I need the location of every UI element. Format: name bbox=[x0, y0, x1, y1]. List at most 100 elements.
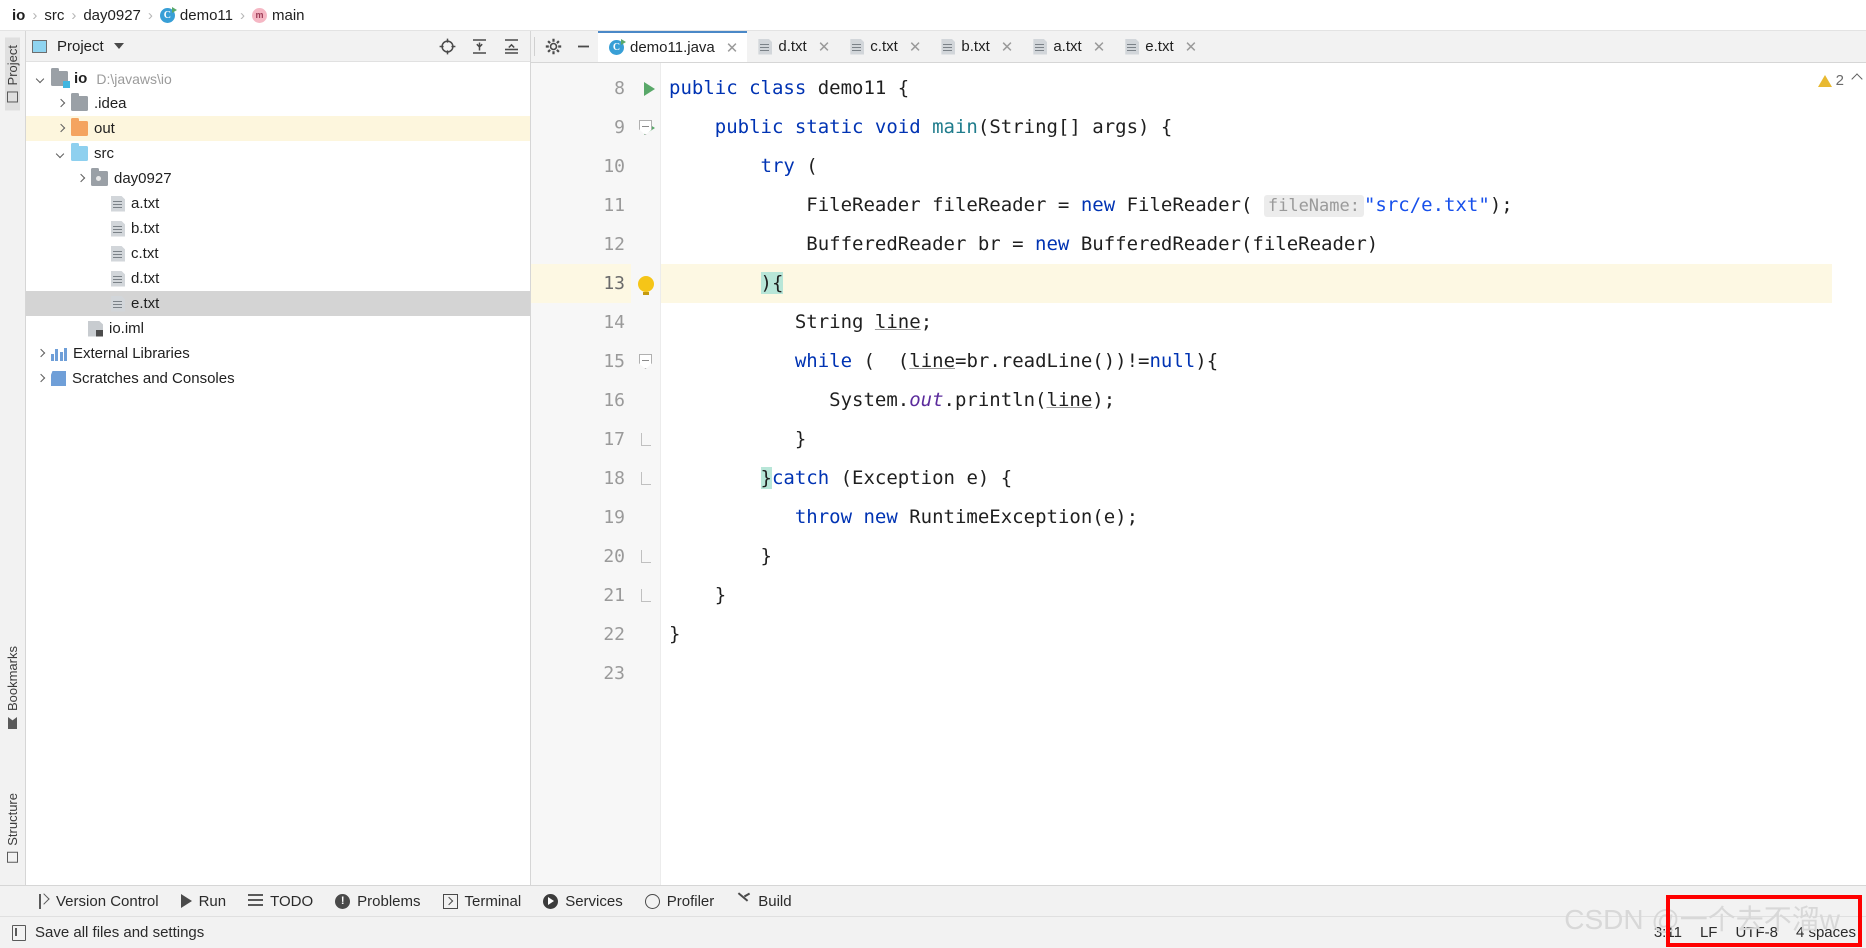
chevron-right-icon[interactable] bbox=[34, 372, 48, 386]
caret-position[interactable]: 3:11 bbox=[1654, 924, 1682, 941]
close-icon[interactable]: ✕ bbox=[1093, 38, 1106, 56]
tree-node-label: Scratches and Consoles bbox=[72, 370, 235, 387]
code-line: BufferedReader br = new BufferedReader(f… bbox=[669, 233, 1379, 255]
fold-end-icon[interactable] bbox=[640, 472, 651, 485]
tree-node-io[interactable]: io D:\javaws\io bbox=[26, 66, 530, 91]
code-line: } bbox=[669, 623, 681, 645]
editor-fold-column[interactable] bbox=[631, 63, 661, 885]
close-icon[interactable]: ✕ bbox=[726, 39, 739, 57]
line-number: 16 bbox=[603, 390, 625, 411]
tab-b-txt[interactable]: b.txt ✕ bbox=[930, 31, 1022, 62]
code-content[interactable]: public class demo11 { public static void… bbox=[661, 63, 1832, 885]
file-encoding[interactable]: UTF-8 bbox=[1735, 924, 1778, 941]
line-number: 17 bbox=[603, 429, 625, 450]
fold-end-icon[interactable] bbox=[640, 433, 651, 446]
bookmark-icon bbox=[8, 717, 17, 729]
tree-node-day0927[interactable]: day0927 bbox=[26, 166, 530, 191]
sidebar-item-structure[interactable]: Structure bbox=[5, 785, 20, 871]
chevron-up-icon[interactable] bbox=[1851, 73, 1863, 85]
chevron-right-icon[interactable] bbox=[54, 97, 68, 111]
locate-file-icon[interactable] bbox=[434, 33, 460, 59]
tree-node-b-txt[interactable]: b.txt bbox=[26, 216, 530, 241]
line-number: 19 bbox=[603, 507, 625, 528]
tree-node-d-txt[interactable]: d.txt bbox=[26, 266, 530, 291]
chevron-down-icon[interactable] bbox=[34, 72, 48, 86]
close-icon[interactable]: ✕ bbox=[818, 38, 831, 56]
tool-button-todo[interactable]: TODO bbox=[248, 893, 313, 910]
fold-collapse-icon[interactable] bbox=[639, 354, 652, 369]
breadcrumb-item-day0927[interactable]: day0927 bbox=[83, 7, 141, 24]
tree-node-c-txt[interactable]: c.txt bbox=[26, 241, 530, 266]
tool-button-problems[interactable]: ! Problems bbox=[335, 892, 421, 910]
fold-end-icon[interactable] bbox=[640, 550, 651, 563]
folder-orange-icon bbox=[71, 118, 88, 136]
tree-node-label: b.txt bbox=[131, 220, 160, 237]
chevron-down-icon[interactable] bbox=[54, 147, 68, 161]
tree-node-src[interactable]: src bbox=[26, 141, 530, 166]
editor-annotation-bar[interactable]: 2 bbox=[1817, 63, 1866, 885]
breadcrumb-item-src[interactable]: src bbox=[44, 7, 64, 24]
code-line: }catch (Exception e) { bbox=[760, 467, 1013, 489]
chevron-down-icon[interactable] bbox=[113, 43, 124, 49]
sidebar-item-project[interactable]: Project bbox=[5, 37, 20, 111]
tree-node-external-libraries[interactable]: External Libraries bbox=[26, 341, 530, 366]
tree-node-idea[interactable]: .idea bbox=[26, 91, 530, 116]
sidebar-item-bookmarks[interactable]: Bookmarks bbox=[5, 638, 20, 737]
folder-blue-icon bbox=[71, 143, 88, 161]
tool-button-profiler[interactable]: Profiler bbox=[644, 893, 714, 910]
code-line: public class demo11 { bbox=[669, 77, 910, 99]
scratches-icon bbox=[51, 371, 66, 386]
line-number: 14 bbox=[603, 312, 625, 333]
tree-node-io-iml[interactable]: io.iml bbox=[26, 316, 530, 341]
code-line: try ( bbox=[760, 155, 818, 177]
breadcrumb-item-main[interactable]: m main bbox=[252, 7, 305, 24]
line-number: 18 bbox=[603, 468, 625, 489]
tab-demo11-java[interactable]: C demo11.java ✕ bbox=[598, 31, 748, 62]
chevron-right-icon[interactable] bbox=[74, 172, 88, 186]
hide-icon[interactable] bbox=[568, 31, 598, 62]
breadcrumb-item-demo11[interactable]: Cdemo11 bbox=[159, 6, 233, 24]
breadcrumb-item-io[interactable]: io bbox=[12, 7, 25, 24]
expand-all-icon[interactable] bbox=[466, 33, 492, 59]
tree-node-a-txt[interactable]: a.txt bbox=[26, 191, 530, 216]
line-separator[interactable]: LF bbox=[1700, 924, 1718, 941]
collapse-all-icon[interactable] bbox=[498, 33, 524, 59]
chevron-right-icon[interactable] bbox=[54, 122, 68, 136]
tool-button-run[interactable]: Run bbox=[180, 893, 226, 910]
tool-button-label: Problems bbox=[357, 892, 421, 910]
editor-gutter[interactable]: 8 9 10 11 12 13 14 15 16 17 18 19 20 21 bbox=[531, 63, 655, 885]
tab-e-txt[interactable]: e.txt ✕ bbox=[1114, 31, 1206, 62]
tool-button-terminal[interactable]: Terminal bbox=[442, 892, 522, 910]
line-number: 20 bbox=[603, 546, 625, 567]
tab-d-txt[interactable]: d.txt ✕ bbox=[747, 31, 839, 62]
tool-button-services[interactable]: Services bbox=[543, 893, 623, 910]
close-icon[interactable]: ✕ bbox=[1001, 38, 1014, 56]
intellij-idea-window: io › src › day0927 › Cdemo11 › m main Pro… bbox=[0, 0, 1866, 948]
tool-button-build[interactable]: Build bbox=[736, 893, 791, 910]
close-icon[interactable]: ✕ bbox=[1185, 38, 1198, 56]
left-tool-strip: Project Bookmarks Structure bbox=[0, 31, 26, 885]
class-icon: C bbox=[159, 6, 177, 23]
line-number: 10 bbox=[603, 156, 625, 177]
services-icon bbox=[543, 893, 559, 909]
intention-bulb-icon[interactable] bbox=[637, 275, 654, 295]
todo-icon bbox=[248, 893, 264, 909]
editor-column: C demo11.java ✕ d.txt ✕ c.txt ✕ b.txt ✕ … bbox=[531, 31, 1866, 885]
text-file-icon bbox=[850, 38, 865, 55]
run-gutter-icon[interactable] bbox=[644, 81, 655, 96]
tree-node-e-txt[interactable]: e.txt bbox=[26, 291, 530, 316]
tab-c-txt[interactable]: c.txt ✕ bbox=[839, 31, 930, 62]
warning-badge[interactable]: 2 bbox=[1817, 72, 1844, 89]
close-icon[interactable]: ✕ bbox=[909, 38, 922, 56]
indent-setting[interactable]: 4 spaces bbox=[1796, 924, 1856, 941]
tree-node-scratches-and-consoles[interactable]: Scratches and Consoles bbox=[26, 366, 530, 391]
tab-a-txt[interactable]: a.txt ✕ bbox=[1022, 31, 1114, 62]
warning-count: 2 bbox=[1835, 72, 1844, 89]
gear-icon[interactable] bbox=[538, 31, 568, 62]
tool-button-version-control[interactable]: Version Control bbox=[34, 893, 159, 910]
tool-button-label: Terminal bbox=[464, 892, 522, 910]
code-editor[interactable]: 8 9 10 11 12 13 14 15 16 17 18 19 20 21 bbox=[531, 63, 1866, 885]
fold-end-icon[interactable] bbox=[640, 589, 651, 602]
chevron-right-icon[interactable] bbox=[34, 347, 48, 361]
tree-node-out[interactable]: out bbox=[26, 116, 530, 141]
